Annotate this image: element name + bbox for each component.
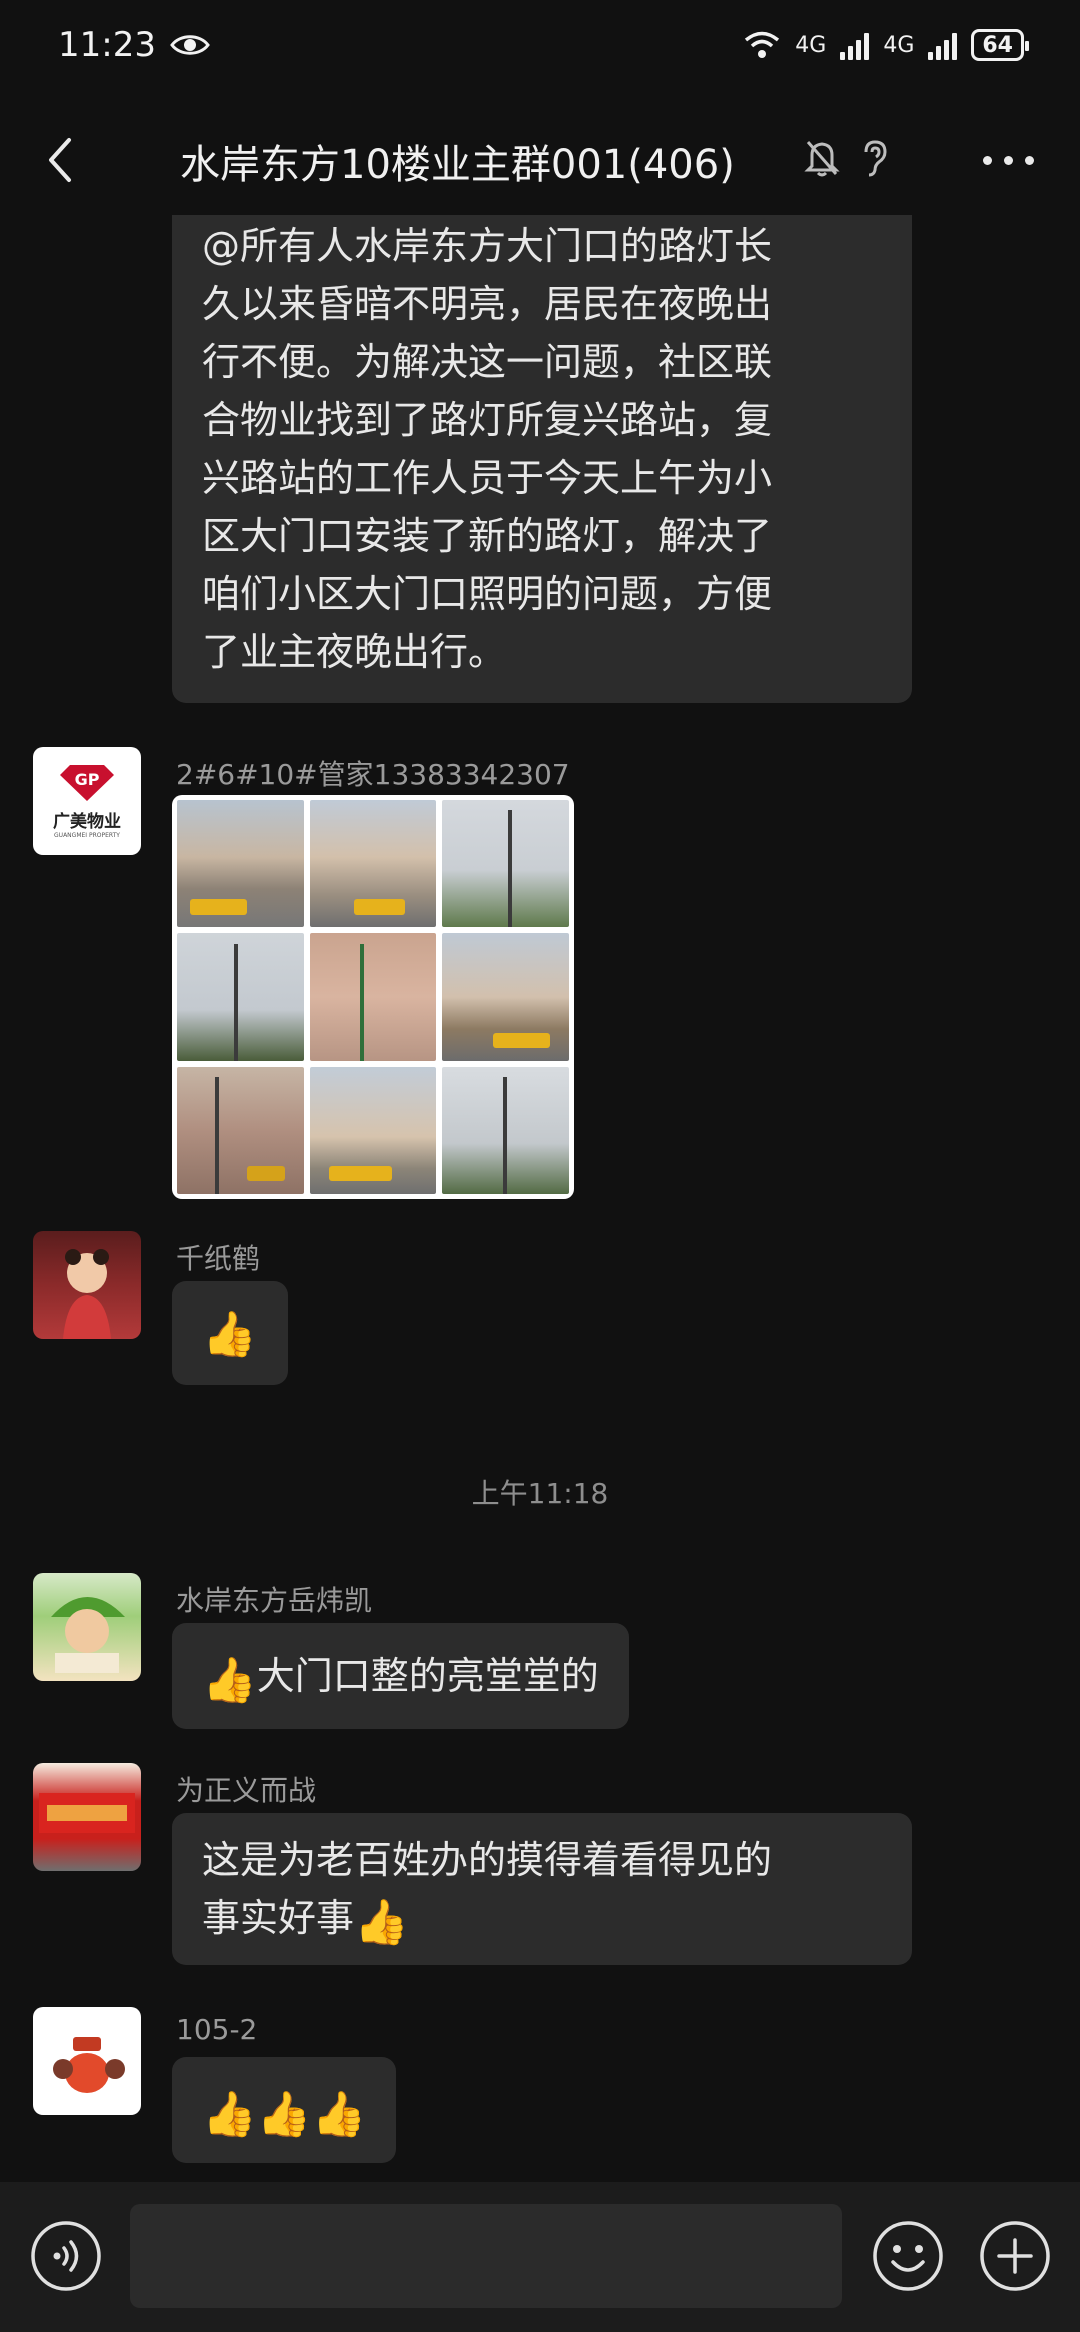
earpiece-icon	[864, 140, 887, 177]
message-line: 事实好事	[202, 1896, 355, 1940]
message-list[interactable]: @所有人水岸东方大门口的路灯长 久以来昏暗不明亮，居民在夜晚出 行不便。为解决这…	[0, 215, 1080, 2180]
avatar-image	[53, 2037, 125, 2093]
battery-indicator: 64	[971, 29, 1029, 61]
thumbs-up-emoji: 👍	[354, 1897, 409, 1948]
network-label-1: 4G	[795, 32, 827, 58]
message-bubble[interactable]: 👍👍👍	[172, 2057, 397, 2163]
message-bubble[interactable]: 👍	[172, 1281, 288, 1385]
avatar[interactable]: GP 广美物业 GUANGMEI PROPERTY	[33, 747, 141, 855]
time-divider: 上午11:18	[471, 1477, 609, 1510]
sender-name: 千纸鹤	[176, 1242, 261, 1275]
input-bar	[0, 2182, 1080, 2332]
more-button[interactable]	[983, 138, 1034, 182]
message-line: 这是为老百姓办的摸得着看得见的	[202, 1838, 773, 1882]
signal-bars-icon	[840, 30, 870, 60]
message-bubble[interactable]: @所有人水岸东方大门口的路灯长 久以来昏暗不明亮，居民在夜晚出 行不便。为解决这…	[172, 215, 912, 703]
avatar[interactable]	[33, 1573, 141, 1681]
back-button[interactable]	[30, 130, 90, 190]
message-input[interactable]	[130, 2204, 842, 2308]
photo-thumbnail	[442, 1066, 569, 1194]
sender-name: 水岸东方岳炜凯	[176, 1584, 373, 1617]
chat-header: 水岸东方10楼业主群001(406)	[0, 110, 1080, 210]
bell-off-icon	[804, 141, 840, 177]
thumbs-up-emoji: 👍👍👍	[202, 2089, 367, 2140]
message-line: 区大门口安装了新的路灯，解决了	[202, 514, 773, 558]
message-line: 兴路站的工作人员于今天上午为小	[202, 456, 773, 500]
avatar-image	[51, 1597, 125, 1673]
sender-name: 105-2	[176, 2013, 258, 2046]
message-line: 久以来昏暗不明亮，居民在夜晚出	[202, 282, 773, 326]
message-bubble[interactable]: 这是为老百姓办的摸得着看得见的 事实好事👍	[172, 1813, 912, 1965]
photo-thumbnail	[177, 1066, 304, 1194]
avatar-subtext: GUANGMEI PROPERTY	[54, 832, 120, 839]
avatar-image	[39, 1793, 135, 1833]
message-line: 了业主夜晚出行。	[202, 630, 507, 674]
photo-thumbnail	[309, 933, 437, 1061]
status-bar: 11:23 4G 4G 64	[0, 0, 1080, 90]
back-arrow-icon	[49, 138, 71, 182]
message-line: 合物业找到了路灯所复兴路站，复	[202, 398, 773, 442]
avatar[interactable]	[33, 1763, 141, 1871]
thumbs-up-emoji: 👍	[202, 1655, 257, 1706]
photo-thumbnail	[309, 800, 437, 928]
photo-thumbnail	[177, 800, 304, 928]
signal-bars-icon	[928, 30, 958, 60]
photo-thumbnail	[442, 933, 569, 1061]
sender-name: 2#6#10#管家13383342307	[176, 758, 570, 791]
wifi-icon	[745, 31, 780, 58]
message-bubble[interactable]: 👍大门口整的亮堂堂的	[172, 1623, 629, 1729]
eye-icon	[170, 35, 210, 55]
more-actions-button[interactable]	[979, 2220, 1051, 2292]
property-logo-icon: GP	[60, 765, 114, 801]
more-dots-icon	[983, 155, 992, 165]
emoji-icon	[873, 2221, 943, 2291]
emoji-button[interactable]	[872, 2220, 944, 2292]
thumbs-up-emoji: 👍	[202, 1309, 257, 1360]
image-collage[interactable]	[172, 795, 574, 1199]
avatar[interactable]	[33, 2007, 141, 2115]
photo-thumbnail	[309, 1066, 437, 1194]
network-label-2: 4G	[883, 32, 915, 58]
avatar-text: 广美物业	[53, 812, 121, 832]
photo-thumbnail	[177, 933, 304, 1061]
avatar[interactable]	[33, 1231, 141, 1339]
status-time: 11:23	[58, 25, 156, 65]
voice-icon	[31, 2221, 101, 2291]
chat-title: 水岸东方10楼业主群001(406)	[180, 142, 735, 188]
message-line: @所有人水岸东方大门口的路灯长	[202, 224, 773, 268]
message-text: 大门口整的亮堂堂的	[256, 1654, 599, 1698]
message-line: 咱们小区大门口照明的问题，方便	[202, 572, 773, 616]
photo-thumbnail	[442, 800, 569, 928]
message-line: 行不便。为解决这一问题，社区联	[202, 340, 773, 384]
plus-icon	[980, 2221, 1050, 2291]
avatar-image	[63, 1249, 111, 1339]
svg-text:GP: GP	[75, 770, 100, 789]
sender-name: 为正义而战	[176, 1774, 317, 1807]
voice-button[interactable]	[30, 2220, 102, 2292]
battery-level: 64	[982, 32, 1013, 58]
